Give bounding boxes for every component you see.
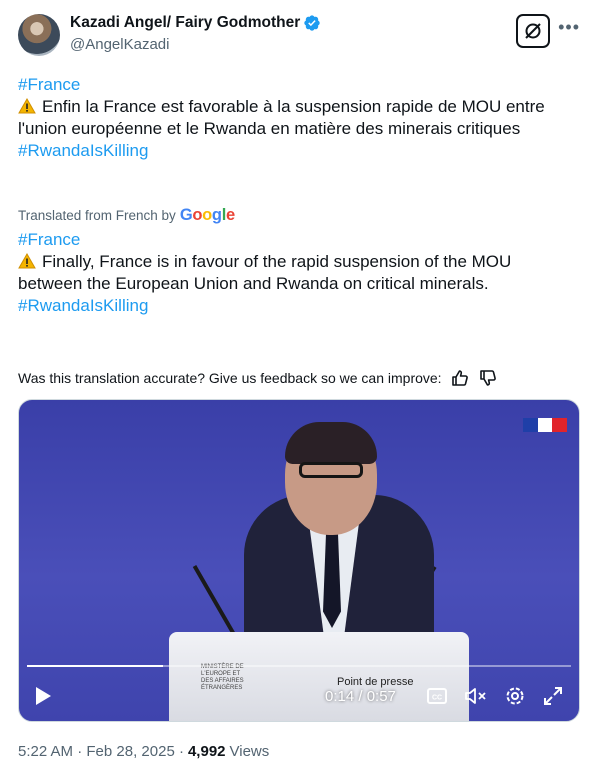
- settings-button[interactable]: [503, 684, 527, 708]
- captions-button[interactable]: CC: [425, 684, 449, 708]
- hashtag-rwandaiskilling[interactable]: #RwandaIsKilling: [18, 140, 580, 162]
- settings-icon: [506, 687, 524, 705]
- thumbs-down-icon[interactable]: [478, 368, 498, 388]
- tweet-body: Enfin la France est favorable à la suspe…: [18, 96, 580, 140]
- feedback-prompt: Was this translation accurate? Give us f…: [18, 370, 442, 386]
- speaker-hair: [285, 422, 377, 464]
- warning-icon: [18, 253, 36, 269]
- video-time: 0:14 / 0:57: [325, 688, 396, 705]
- video-player[interactable]: MINISTÈRE DE L'EUROPE ET DES AFFAIRES ÉT…: [18, 399, 580, 722]
- name-row: Kazadi Angel/ Fairy Godmother: [70, 14, 321, 32]
- translated-text: #France Finally, France is in favour of …: [18, 229, 580, 317]
- translated-hashtag-rwandaiskilling[interactable]: #RwandaIsKilling: [18, 295, 580, 317]
- play-icon: [36, 687, 51, 705]
- video-progress-bar[interactable]: [27, 665, 571, 667]
- fullscreen-button[interactable]: [541, 684, 565, 708]
- video-progress-fill: [27, 665, 163, 667]
- captions-icon: CC: [427, 688, 447, 704]
- mute-button[interactable]: [463, 684, 489, 708]
- views-count: 4,992: [187, 743, 226, 760]
- avatar[interactable]: [18, 14, 60, 56]
- verified-badge-icon[interactable]: [303, 14, 321, 32]
- hashtag-france[interactable]: #France: [18, 74, 580, 96]
- translation-label: Translated from French by: [18, 208, 176, 223]
- fullscreen-icon: [544, 687, 562, 705]
- display-name[interactable]: Kazadi Angel/ Fairy Godmother: [70, 14, 300, 32]
- warning-icon: [18, 98, 36, 114]
- tweet-body-text: Enfin la France est favorable à la suspe…: [18, 97, 545, 138]
- meta-separator: ·: [174, 743, 184, 760]
- tweet-text: #France Enfin la France est favorable à …: [18, 74, 580, 162]
- tweet-meta: 5:22 AM · Feb 28, 2025 · 4,992 Views: [18, 743, 269, 760]
- translated-body-text: Finally, France is in favour of the rapi…: [18, 252, 512, 293]
- translation-attribution[interactable]: Translated from French by Google: [18, 206, 235, 225]
- handle[interactable]: @AngelKazadi: [70, 36, 169, 53]
- speaker-glasses: [299, 462, 363, 478]
- meta-separator: ·: [73, 743, 87, 760]
- google-logo: Google: [179, 206, 235, 224]
- video-controls: 0:14 / 0:57 CC: [19, 678, 579, 718]
- tweet-time[interactable]: 5:22 AM: [18, 743, 73, 760]
- grok-button[interactable]: [516, 14, 550, 48]
- more-icon[interactable]: •••: [558, 18, 580, 36]
- french-flag: [523, 418, 568, 432]
- play-button[interactable]: [31, 684, 55, 708]
- translation-feedback: Was this translation accurate? Give us f…: [18, 368, 498, 388]
- svg-text:CC: CC: [432, 695, 442, 702]
- tweet-date[interactable]: Feb 28, 2025: [86, 743, 174, 760]
- thumbs-up-icon[interactable]: [450, 368, 470, 388]
- translated-hashtag-france[interactable]: #France: [18, 229, 580, 251]
- tweet-header: Kazadi Angel/ Fairy Godmother @AngelKaza…: [18, 12, 580, 60]
- translated-body: Finally, France is in favour of the rapi…: [18, 251, 580, 295]
- grok-icon: [525, 23, 541, 39]
- mute-icon: [465, 688, 486, 704]
- views-label: Views: [229, 743, 270, 760]
